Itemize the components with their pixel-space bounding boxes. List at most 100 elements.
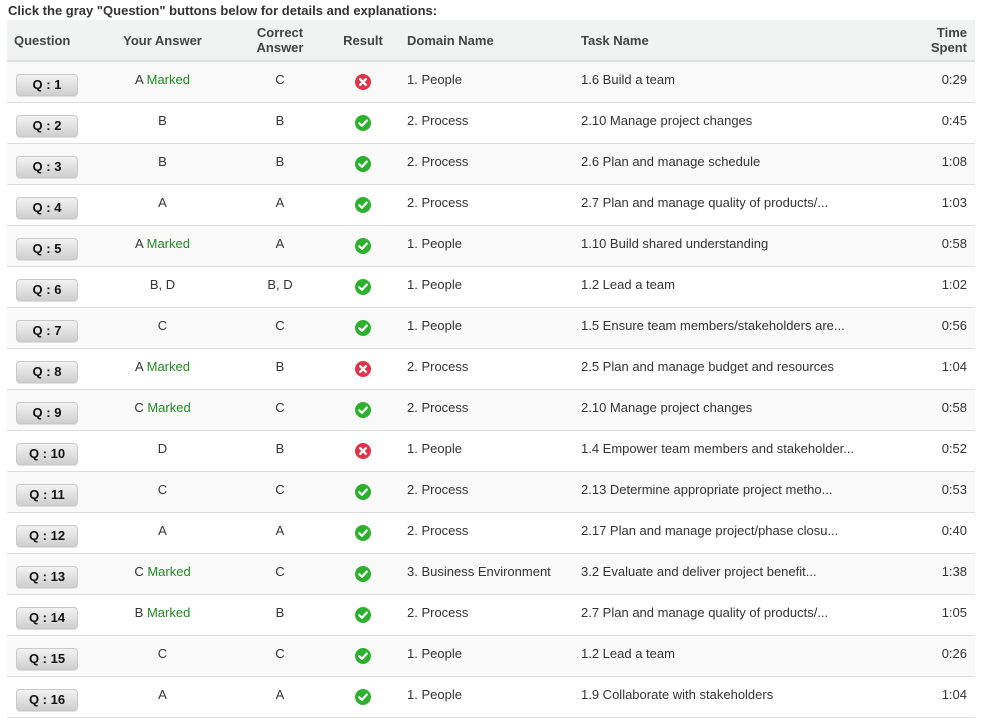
result-cell	[326, 389, 400, 430]
your-answer-value: A	[135, 72, 143, 87]
question-button[interactable]: Q : 14	[16, 606, 78, 629]
question-button[interactable]: Q : 16	[16, 688, 78, 711]
your-answer-cell: A Marked	[91, 61, 234, 102]
question-button[interactable]: Q : 15	[16, 647, 78, 670]
question-button[interactable]: Q : 11	[16, 483, 78, 506]
domain-name-value: 2. Process	[407, 153, 469, 169]
task-name-cell: 1.6 Build a team	[574, 61, 894, 102]
time-spent-value: 0:45	[941, 112, 967, 128]
header-correct-answer: Correct Answer	[234, 20, 326, 62]
correct-answer-value: C	[275, 645, 285, 661]
question-cell: Q : 4	[7, 184, 91, 225]
question-button[interactable]: Q : 2	[16, 114, 78, 137]
question-cell: Q : 1	[7, 61, 91, 102]
time-spent-value: 1:38	[941, 563, 967, 579]
task-name-cell: 1.5 Ensure team members/stakeholders are…	[574, 307, 894, 348]
time-spent-cell: 1:04	[894, 676, 975, 717]
time-spent-value: 0:52	[941, 440, 967, 456]
task-name-value: 2.10 Manage project changes	[581, 112, 753, 128]
check-circle-icon	[355, 524, 371, 541]
check-circle-icon	[355, 155, 371, 172]
question-cell: Q : 3	[7, 143, 91, 184]
task-name-value: 1.2 Lead a team	[581, 276, 675, 292]
domain-name-cell: 2. Process	[400, 594, 574, 635]
header-time-spent: Time Spent	[894, 20, 975, 62]
table-row: Q : 5A Marked A 1. People 1.10 Build shared…	[7, 225, 975, 266]
your-answer-value: B	[158, 112, 167, 128]
question-cell: Q : 6	[7, 266, 91, 307]
domain-name-value: 2. Process	[407, 112, 469, 128]
your-answer-value: C	[134, 399, 144, 415]
question-button[interactable]: Q : 7	[16, 319, 78, 342]
task-name-value: 2.6 Plan and manage schedule	[581, 153, 761, 169]
question-cell: Q : 5	[7, 225, 91, 266]
time-spent-value: 0:53	[941, 481, 967, 497]
time-spent-value: 0:58	[941, 235, 967, 251]
question-button[interactable]: Q : 5	[16, 237, 78, 260]
time-spent-cell: 0:58	[894, 225, 975, 266]
question-button[interactable]: Q : 8	[16, 360, 78, 383]
domain-name-cell: 1. People	[400, 430, 574, 471]
header-your-answer: Your Answer	[91, 20, 234, 62]
table-row: Q : 9C Marked C 2. Process 2.10 Manage proj…	[7, 389, 975, 430]
question-cell: Q : 15	[7, 635, 91, 676]
check-circle-icon	[355, 647, 371, 664]
task-name-cell: 2.7 Plan and manage quality of products/…	[574, 184, 894, 225]
check-circle-icon	[355, 483, 371, 500]
header-question: Question	[7, 20, 91, 62]
correct-answer-cell: B	[234, 143, 326, 184]
time-spent-value: 0:26	[941, 645, 967, 661]
question-button[interactable]: Q : 12	[16, 524, 78, 547]
task-name-cell: 2.17 Plan and manage project/phase closu…	[574, 512, 894, 553]
task-name-cell: 2.5 Plan and manage budget and resources	[574, 348, 894, 389]
correct-answer-cell: C	[234, 471, 326, 512]
time-spent-cell: 0:52	[894, 430, 975, 471]
question-button[interactable]: Q : 6	[16, 278, 78, 301]
question-button[interactable]: Q : 10	[16, 442, 78, 465]
x-circle-icon	[355, 360, 371, 377]
task-name-value: 2.5 Plan and manage budget and resources	[581, 358, 834, 374]
correct-answer-cell: C	[234, 635, 326, 676]
result-cell	[326, 61, 400, 102]
your-answer-cell: B	[91, 143, 234, 184]
time-spent-cell: 0:40	[894, 512, 975, 553]
domain-name-value: 1. People	[407, 72, 462, 87]
domain-name-cell: 1. People	[400, 225, 574, 266]
check-circle-icon	[355, 114, 371, 131]
time-spent-value: 1:04	[941, 358, 967, 374]
your-answer-value: C	[134, 563, 144, 579]
result-cell	[326, 184, 400, 225]
x-circle-icon	[355, 74, 371, 90]
time-spent-cell: 0:53	[894, 471, 975, 512]
question-button[interactable]: Q : 4	[16, 196, 78, 219]
task-name-cell: 2.6 Plan and manage schedule	[574, 143, 894, 184]
result-cell	[326, 143, 400, 184]
your-answer-cell: A	[91, 184, 234, 225]
marked-label: Marked	[147, 563, 191, 579]
task-name-cell: 1.2 Lead a team	[574, 266, 894, 307]
correct-answer-value: C	[275, 563, 285, 579]
correct-answer-value: B	[275, 440, 285, 456]
your-answer-value: D	[157, 440, 168, 456]
correct-answer-cell: B	[234, 430, 326, 471]
question-button[interactable]: Q : 3	[16, 155, 78, 178]
correct-answer-cell: C	[234, 307, 326, 348]
time-spent-value: 0:29	[941, 72, 967, 87]
your-answer-cell: C Marked	[91, 553, 234, 594]
task-name-value: 1.9 Collaborate with stakeholders	[581, 686, 774, 702]
task-name-cell: 3.2 Evaluate and deliver project benefit…	[574, 553, 894, 594]
correct-answer-value: A	[275, 686, 285, 702]
your-answer-cell: B	[91, 102, 234, 143]
correct-answer-cell: C	[234, 389, 326, 430]
results-table: Question Your Answer Correct Answer Resu…	[7, 20, 975, 718]
task-name-value: 2.10 Manage project changes	[581, 399, 753, 415]
domain-name-cell: 2. Process	[400, 143, 574, 184]
question-cell: Q : 14	[7, 594, 91, 635]
question-button[interactable]: Q : 13	[16, 565, 78, 588]
question-button[interactable]: Q : 9	[16, 401, 78, 424]
result-cell	[326, 307, 400, 348]
question-button[interactable]: Q : 1	[16, 74, 78, 96]
task-name-value: 2.17 Plan and manage project/phase closu…	[581, 522, 839, 538]
table-row: Q : 6 B, D B, D 1. People 1.2 Lead a team 1:0…	[7, 266, 975, 307]
question-cell: Q : 16	[7, 676, 91, 717]
